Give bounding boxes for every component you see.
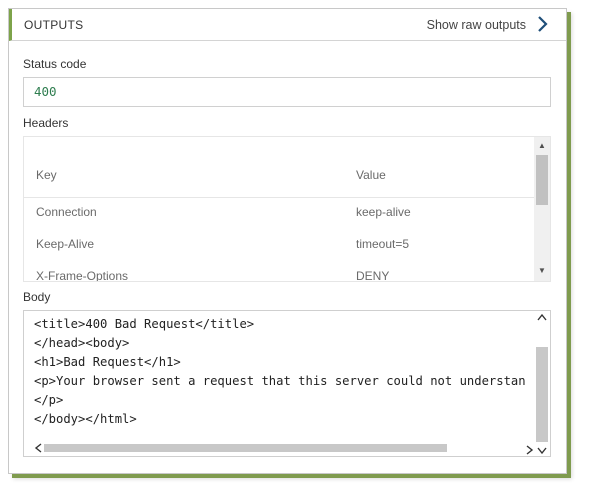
header-value: DENY — [356, 269, 390, 282]
body-horizontal-scrollbar[interactable] — [24, 440, 534, 456]
body-line: </body></html> — [34, 412, 137, 426]
header-value: timeout=5 — [356, 237, 410, 251]
body-line: </p> — [34, 393, 64, 407]
body-line: <p>Your browser sent a request that this… — [34, 374, 526, 388]
status-code-value: 400 — [34, 84, 57, 99]
body-content-box[interactable]: <title>400 Bad Request</title> </head><b… — [23, 310, 551, 457]
header-value: keep-alive — [356, 205, 411, 219]
body-code: <title>400 Bad Request</title> </head><b… — [34, 315, 534, 429]
header-key: X-Frame-Options — [36, 269, 129, 282]
headers-vertical-scrollbar[interactable]: ▲ ▼ — [534, 137, 550, 281]
scroll-up-icon[interactable]: ▲ — [538, 142, 546, 150]
body-horizontal-scroll-thumb[interactable] — [44, 444, 447, 452]
body-line: <title>400 Bad Request</title> — [34, 317, 255, 331]
show-raw-outputs-link[interactable]: Show raw outputs — [427, 18, 526, 32]
scroll-down-icon[interactable]: ▼ — [538, 267, 546, 275]
chevron-left-icon[interactable] — [34, 443, 42, 453]
header-key: Connection — [36, 205, 97, 219]
chevron-right-icon[interactable] — [526, 445, 534, 455]
body-vertical-scrollbar[interactable] — [534, 311, 550, 442]
outputs-header: OUTPUTS Show raw outputs — [9, 9, 566, 41]
status-code-label: Status code — [23, 57, 87, 71]
header-key: Keep-Alive — [36, 237, 95, 251]
table-row: Keep-Alive timeout=5 — [24, 237, 535, 269]
chevron-up-icon[interactable] — [537, 313, 547, 321]
column-value-header: Value — [356, 168, 386, 182]
body-line: <h1>Bad Request</h1> — [34, 355, 181, 369]
headers-table: Key Value Connection keep-alive Keep-Ali… — [23, 136, 551, 282]
headers-scroll-thumb[interactable] — [536, 155, 548, 205]
headers-label: Headers — [23, 116, 69, 130]
outputs-title: OUTPUTS — [24, 18, 84, 32]
chevron-right-icon[interactable] — [536, 15, 550, 33]
body-vertical-scroll-thumb[interactable] — [536, 347, 548, 442]
status-code-field[interactable]: 400 — [23, 77, 551, 107]
headers-table-header: Key Value — [24, 157, 535, 198]
column-key-header: Key — [36, 168, 57, 182]
body-label: Body — [23, 290, 51, 304]
table-row: Connection keep-alive — [24, 205, 535, 237]
outputs-panel: OUTPUTS Show raw outputs Status code 400… — [8, 8, 567, 474]
table-row: X-Frame-Options DENY — [24, 269, 535, 282]
body-line: </head><body> — [34, 336, 130, 350]
chevron-down-icon[interactable] — [537, 447, 547, 455]
